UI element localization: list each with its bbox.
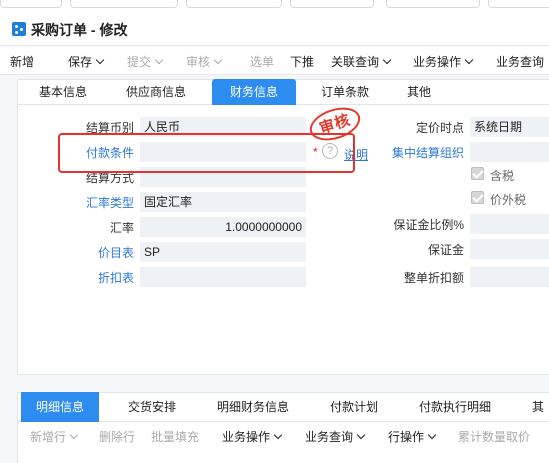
- tax-included-checkbox[interactable]: [471, 167, 484, 180]
- window-title: 采购订单 - 修改: [31, 22, 128, 38]
- row-operation-button[interactable]: 行操作: [388, 428, 437, 445]
- exchange-rate-label: 汇率: [109, 221, 134, 235]
- tab-other-truncated[interactable]: 其: [523, 392, 549, 422]
- tax-excluded-label: 价外税: [490, 193, 527, 207]
- chevron-down-icon: [427, 430, 437, 440]
- top-segment: [488, 0, 549, 8]
- bottom-toolbar-label: 业务查询: [305, 430, 354, 444]
- rate-type-label: 汇率类型: [85, 196, 134, 210]
- title-bar: 采购订单 - 修改: [0, 14, 549, 46]
- form-icon: [12, 22, 26, 36]
- toolbar-push-button[interactable]: 下推: [290, 53, 314, 70]
- pricing-point-field[interactable]: 系统日期: [470, 117, 549, 137]
- tab-payment-execution[interactable]: 付款执行明细: [407, 392, 503, 422]
- whole-discount-field[interactable]: [470, 267, 549, 287]
- toolbar-new-button[interactable]: 新增: [10, 53, 34, 70]
- business-op-button[interactable]: 业务操作: [222, 428, 283, 445]
- toolbar-item-label: 业务操作: [413, 55, 462, 69]
- tax-included-label: 含税: [490, 169, 515, 183]
- rate-type-field[interactable]: 固定汇率: [140, 192, 306, 212]
- bottom-toolbar-label: 行操作: [388, 430, 425, 444]
- top-segment: [70, 0, 178, 8]
- price-list-field[interactable]: SP: [140, 242, 306, 262]
- toolbar-item-label: 提交: [127, 55, 152, 69]
- tab-finance-info[interactable]: 财务信息: [212, 79, 296, 105]
- header-tabs: 基本信息 供应商信息 财务信息 订单条款 其他: [17, 79, 549, 105]
- delete-row-button[interactable]: 删除行: [99, 428, 135, 445]
- highlight-box: [58, 133, 355, 173]
- toolbar-business-query-button[interactable]: 业务查询: [496, 53, 544, 70]
- detail-tabs: 明细信息 交货安排 明细财务信息 付款计划 付款执行明细 其: [17, 392, 549, 422]
- toolbar-item-label: 保存: [68, 55, 93, 69]
- bottom-toolbar-label: 新增行: [30, 430, 67, 444]
- bottom-toolbar-label: 业务操作: [222, 430, 271, 444]
- deposit-ratio-label: 保证金比例%: [393, 218, 464, 232]
- toolbar-item-label: 业务查询: [496, 55, 545, 69]
- chevron-down-icon: [273, 430, 283, 440]
- chevron-down-icon: [382, 55, 392, 65]
- batch-fill-button[interactable]: 批量填充: [151, 428, 199, 445]
- tab-supplier-info[interactable]: 供应商信息: [113, 79, 199, 105]
- chevron-down-icon: [154, 55, 164, 65]
- deposit-label: 保证金: [427, 243, 464, 257]
- toolbar-item-label: 下推: [290, 55, 315, 69]
- chevron-down-icon: [356, 430, 366, 440]
- chevron-down-icon: [213, 55, 223, 65]
- chevron-down-icon: [95, 55, 105, 65]
- pricing-point-label: 定价时点: [415, 121, 464, 135]
- window-top-strip: [0, 0, 549, 14]
- toolbar-related-query-button[interactable]: 关联查询: [331, 53, 392, 70]
- toolbar-business-op-button[interactable]: 业务操作: [413, 53, 474, 70]
- bottom-toolbar-label: 批量填充: [151, 430, 200, 444]
- price-list-label: 价目表: [97, 246, 134, 260]
- tax-excluded-checkbox[interactable]: [471, 191, 484, 204]
- top-segment: [186, 0, 282, 8]
- chevron-down-icon: [69, 430, 79, 440]
- top-segment: [386, 0, 480, 8]
- exchange-rate-field[interactable]: 1.0000000000: [140, 217, 306, 237]
- toolbar-save-button[interactable]: 保存: [68, 53, 105, 70]
- tab-order-terms[interactable]: 订单条款: [307, 79, 383, 105]
- discount-list-label: 折扣表: [97, 271, 134, 285]
- toolbar-item-label: 新增: [10, 55, 35, 69]
- central-settle-org-label: 集中结算组织: [391, 146, 464, 160]
- tab-detail-info[interactable]: 明细信息: [21, 392, 99, 422]
- tab-delivery-schedule[interactable]: 交货安排: [113, 392, 191, 422]
- top-segment: [0, 0, 62, 8]
- tab-basic-info[interactable]: 基本信息: [25, 79, 101, 105]
- deposit-ratio-field[interactable]: [470, 214, 549, 234]
- add-row-button[interactable]: 新增行: [30, 428, 79, 445]
- toolbar-audit-button[interactable]: 审核: [186, 53, 223, 70]
- toolbar-submit-button[interactable]: 提交: [127, 53, 164, 70]
- toolbar-item-label: 审核: [186, 55, 211, 69]
- central-settle-org-field[interactable]: [470, 142, 549, 162]
- main-toolbar: 新增 保存 提交 审核 选单 下推 关联查询 业务操作 业务查询: [0, 47, 549, 75]
- toolbar-select-button[interactable]: 选单: [250, 53, 274, 70]
- toolbar-item-label: 选单: [250, 55, 275, 69]
- tab-payment-plan[interactable]: 付款计划: [319, 392, 389, 422]
- cumulative-price-button[interactable]: 累计数量取价: [458, 428, 530, 445]
- tab-other[interactable]: 其他: [395, 79, 443, 105]
- discount-list-field[interactable]: [140, 267, 306, 287]
- bottom-toolbar-label: 删除行: [99, 430, 136, 444]
- top-segment: [290, 0, 374, 8]
- bottom-toolbar-label: 累计数量取价: [458, 430, 531, 444]
- whole-discount-label: 整单折扣额: [403, 271, 464, 285]
- tab-detail-finance-info[interactable]: 明细财务信息: [207, 392, 299, 422]
- deposit-field[interactable]: [470, 239, 549, 259]
- toolbar-item-label: 关联查询: [331, 55, 380, 69]
- business-query-button[interactable]: 业务查询: [305, 428, 366, 445]
- chevron-down-icon: [464, 55, 474, 65]
